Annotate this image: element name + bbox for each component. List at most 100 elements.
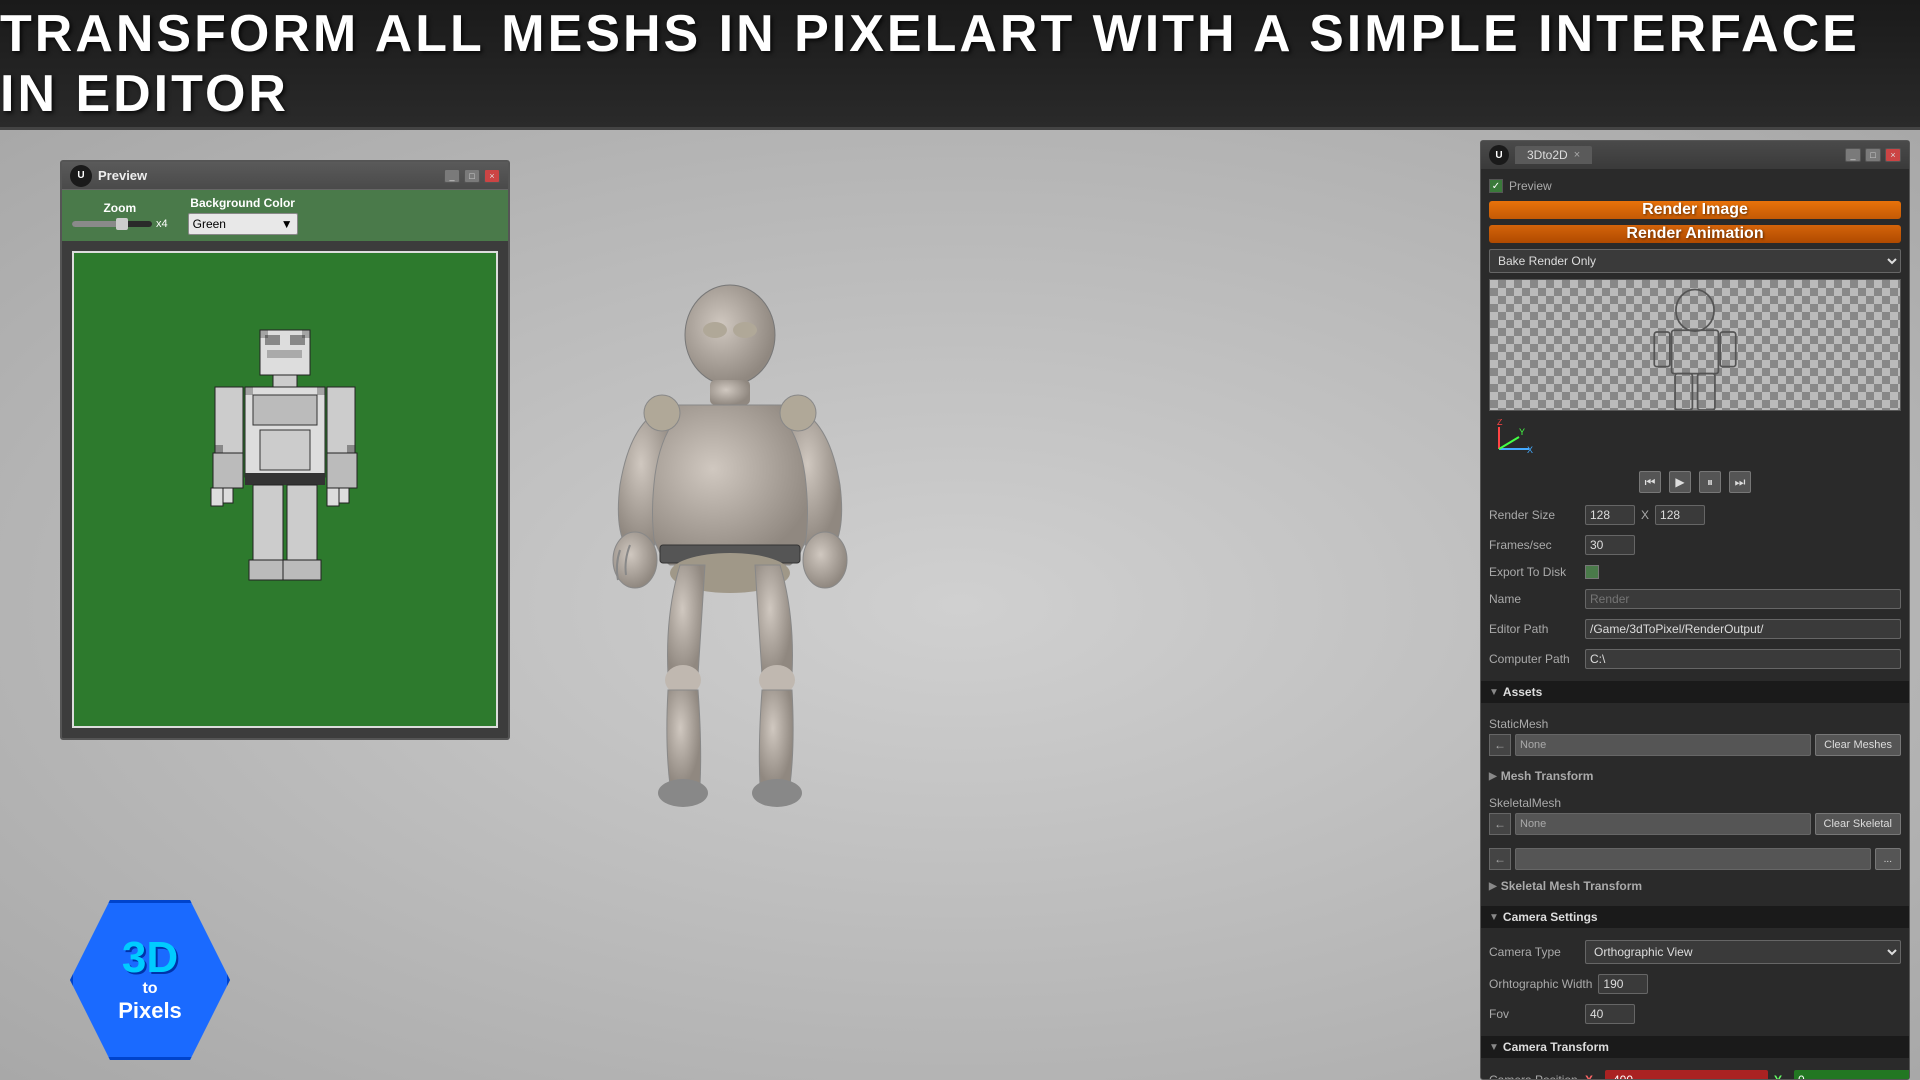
frames-sec-input[interactable] <box>1585 535 1635 555</box>
static-mesh-arrow-btn[interactable]: ← <box>1489 734 1511 756</box>
skeletal-transform-arrow-icon: ▶ <box>1489 881 1497 892</box>
pixel-art-robot <box>195 310 375 670</box>
media-pause-btn[interactable]: ⏸ <box>1699 471 1721 493</box>
clear-meshes-button[interactable]: Clear Meshes <box>1815 734 1901 756</box>
preview-checkbox-row: ✓ Preview <box>1489 177 1901 195</box>
camera-transform-label: Camera Transform <box>1503 1040 1609 1054</box>
bg-color-dropdown[interactable]: Green ▼ <box>188 213 298 235</box>
zoom-slider-container: x4 <box>72 218 168 230</box>
skeletal-mesh-transform-header: ▶ Skeletal Mesh Transform <box>1489 876 1901 896</box>
export-disk-row: Export To Disk <box>1489 563 1901 581</box>
ue-logo: U <box>70 165 92 187</box>
bg-color-label: Background Color <box>190 196 295 210</box>
render-size-h-input[interactable] <box>1655 505 1705 525</box>
camera-position-label: Camera Position <box>1489 1073 1579 1079</box>
ortho-width-label: Orhtographic Width <box>1489 977 1592 991</box>
media-controls-row: ⏮ ▶ ⏸ ⏭ <box>1489 467 1901 497</box>
skeletal-sub-clear-btn[interactable]: ... <box>1875 848 1901 870</box>
svg-text:X: X <box>1527 445 1533 455</box>
computer-path-label: Computer Path <box>1489 652 1579 666</box>
camera-type-label: Camera Type <box>1489 945 1579 959</box>
camera-transform-arrow-icon: ▼ <box>1489 1042 1499 1053</box>
render-size-row: Render Size X <box>1489 503 1901 527</box>
zoom-label: Zoom <box>103 201 136 215</box>
media-play-btn[interactable]: ▶ <box>1669 471 1691 493</box>
close-button[interactable]: × <box>484 169 500 183</box>
panel-tab[interactable]: 3Dto2D × <box>1515 146 1592 164</box>
preview-checkbox[interactable]: ✓ <box>1489 179 1503 193</box>
skeletal-mesh-arrow-btn[interactable]: ← <box>1489 813 1511 835</box>
logo-hex: 3D to Pixels <box>70 900 230 1060</box>
panel-body: ✓ Preview Render Image Render Animation … <box>1481 169 1909 1079</box>
bake-render-dropdown[interactable]: Bake Render Only <box>1489 249 1901 273</box>
3d-figure-svg <box>580 255 880 855</box>
render-image-button[interactable]: Render Image <box>1489 201 1901 219</box>
skeletal-mesh-input[interactable] <box>1515 813 1811 835</box>
logo-to-text: to <box>142 980 157 998</box>
zoom-slider[interactable] <box>72 221 152 227</box>
export-disk-checkbox[interactable] <box>1585 565 1599 579</box>
export-disk-label: Export To Disk <box>1489 565 1579 579</box>
panel-minimize-btn[interactable]: _ <box>1845 148 1861 162</box>
panel-ue-logo: U <box>1489 145 1509 165</box>
zoom-slider-thumb <box>116 218 128 230</box>
fov-label: Fov <box>1489 1007 1579 1021</box>
fov-input[interactable] <box>1585 1004 1635 1024</box>
panel-close-btn[interactable]: × <box>1885 148 1901 162</box>
skeletal-sub-input[interactable] <box>1515 848 1871 870</box>
render-size-label: Render Size <box>1489 508 1579 522</box>
cam-pos-x-label: X <box>1585 1073 1599 1079</box>
top-banner: TRANSFORM ALL MESHS IN PIXELART WITH A S… <box>0 0 1920 130</box>
clear-skeletal-button[interactable]: Clear Skeletal <box>1815 813 1901 835</box>
maximize-button[interactable]: □ <box>464 169 480 183</box>
dropdown-arrow-icon: ▼ <box>281 217 293 231</box>
camera-transform-header: ▼ Camera Transform <box>1481 1036 1909 1058</box>
render-size-w-input[interactable] <box>1585 505 1635 525</box>
panel-maximize-btn[interactable]: □ <box>1865 148 1881 162</box>
cam-pos-x-input[interactable] <box>1605 1070 1768 1079</box>
bg-color-value: Green <box>193 217 226 231</box>
logo-pixels-text: Pixels <box>118 998 182 1024</box>
ortho-width-row: Orhtographic Width <box>1489 972 1901 996</box>
fov-row: Fov <box>1489 1002 1901 1026</box>
cam-pos-y-input[interactable] <box>1794 1070 1909 1079</box>
cam-pos-y-label: Y <box>1774 1073 1788 1079</box>
mesh-transform-header: ▶ Mesh Transform <box>1489 766 1901 786</box>
camera-type-row: Camera Type Orthographic View <box>1489 938 1901 966</box>
render-animation-button[interactable]: Render Animation <box>1489 225 1901 243</box>
static-mesh-row: ← Clear Meshes <box>1489 734 1901 756</box>
media-skip-fwd-btn[interactable]: ⏭ <box>1729 471 1751 493</box>
editor-path-input[interactable] <box>1585 619 1901 639</box>
window-title: Preview <box>98 168 147 183</box>
main-content: U Preview _ □ × Zoom x4 <box>0 130 1920 1080</box>
skeletal-mesh-row: ← Clear Skeletal <box>1489 813 1901 835</box>
panel-title-left: U 3Dto2D × <box>1489 145 1592 165</box>
preview-render-image <box>1630 280 1760 410</box>
preview-window: U Preview _ □ × Zoom x4 <box>60 160 510 740</box>
logo-3d-text: 3D <box>122 936 178 980</box>
mesh-transform-arrow-icon: ▶ <box>1489 771 1497 782</box>
name-label: Name <box>1489 592 1579 606</box>
editor-path-row: Editor Path <box>1489 617 1901 641</box>
window-titlebar: U Preview _ □ × <box>62 162 508 190</box>
bake-render-dropdown-row: Bake Render Only <box>1489 249 1901 273</box>
assets-header-label: Assets <box>1503 685 1542 699</box>
assets-section-header: ▼ Assets <box>1481 681 1909 703</box>
camera-settings-arrow-icon: ▼ <box>1489 912 1499 923</box>
skeletal-sub-row: ← ... <box>1489 848 1901 870</box>
frames-sec-label: Frames/sec <box>1489 538 1579 552</box>
computer-path-input[interactable] <box>1585 649 1901 669</box>
panel-controls: _ □ × <box>1845 148 1901 162</box>
editor-path-label: Editor Path <box>1489 622 1579 636</box>
skeletal-sub-arrow-btn[interactable]: ← <box>1489 848 1511 870</box>
name-input[interactable] <box>1585 589 1901 609</box>
static-mesh-input[interactable] <box>1515 734 1811 756</box>
ortho-width-input[interactable] <box>1598 974 1648 994</box>
media-skip-back-btn[interactable]: ⏮ <box>1639 471 1661 493</box>
panel-tab-label: 3Dto2D <box>1527 148 1568 162</box>
frames-sec-row: Frames/sec <box>1489 533 1901 557</box>
camera-type-dropdown[interactable]: Orthographic View <box>1585 940 1901 964</box>
panel-tab-close-icon[interactable]: × <box>1574 149 1580 161</box>
minimize-button[interactable]: _ <box>444 169 460 183</box>
bg-color-group: Background Color Green ▼ <box>188 196 298 235</box>
